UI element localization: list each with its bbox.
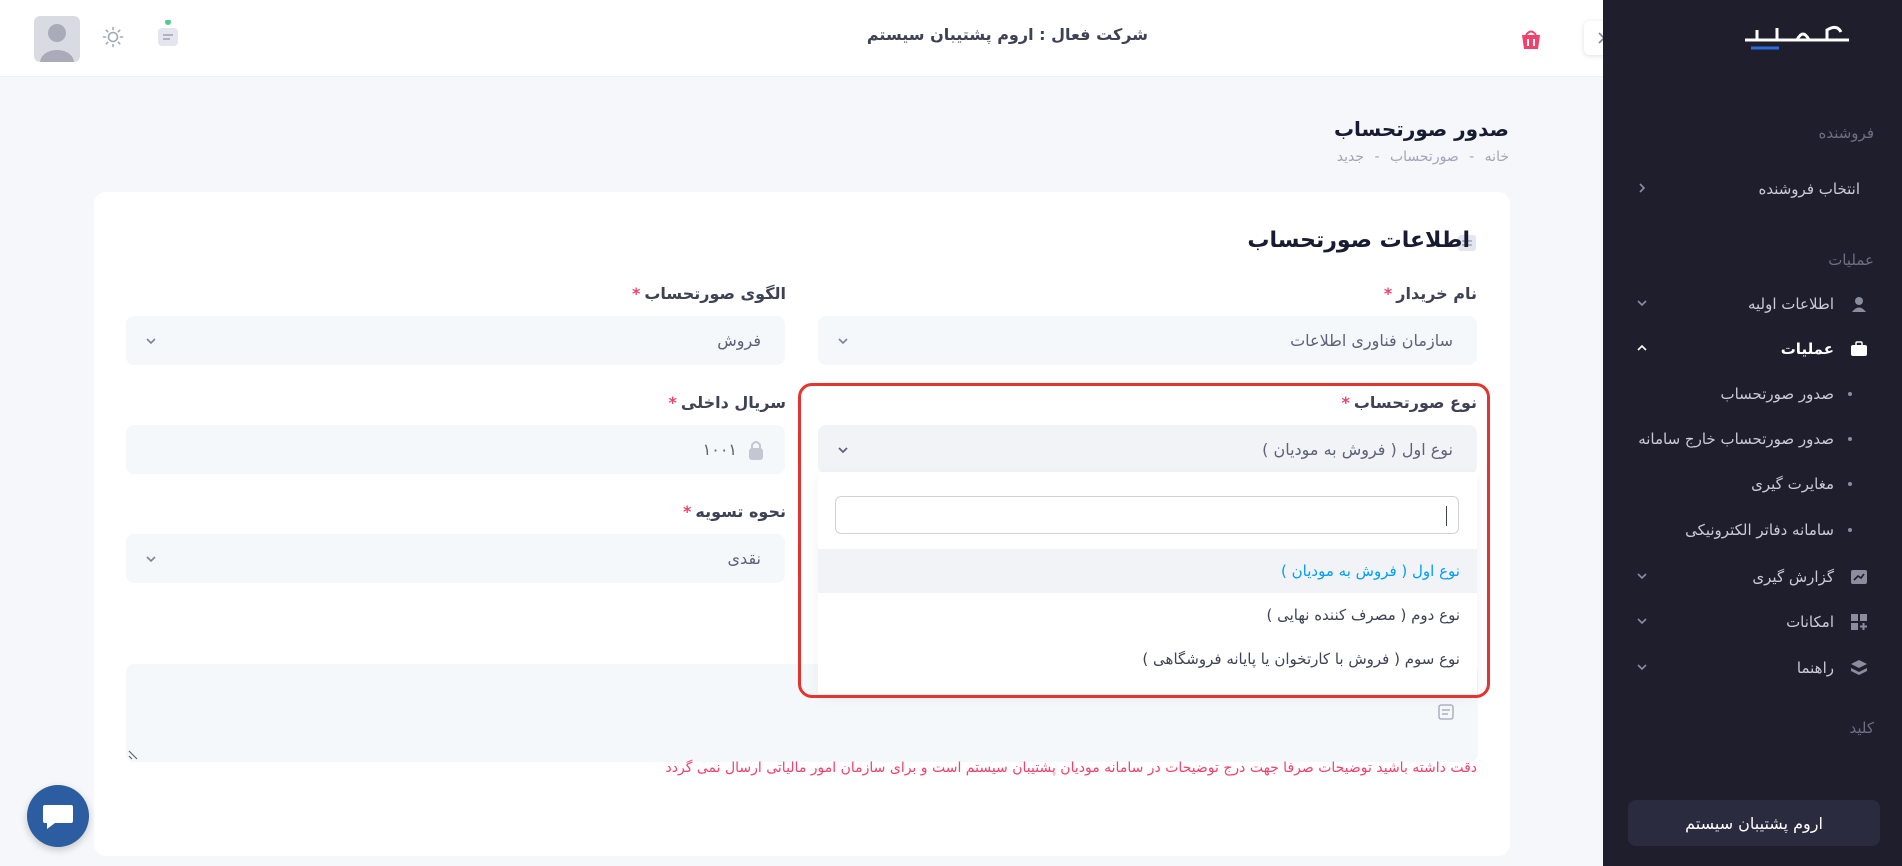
user-icon	[1848, 293, 1870, 315]
settlement-select[interactable]: نقدی	[126, 534, 785, 583]
chevron-up-icon	[1637, 344, 1647, 351]
breadcrumb: خانه - صورتحساب - جدید	[1331, 149, 1509, 165]
sidebar-item-operations[interactable]: عملیات	[1603, 329, 1902, 369]
select-seller[interactable]: انتخاب فروشنده	[1603, 169, 1902, 209]
serial-field[interactable]: ۱۰۰۱	[126, 425, 785, 474]
chat-button[interactable]	[27, 785, 89, 847]
sidebar-item-reports[interactable]: گزارش گیری	[1603, 557, 1902, 597]
sidebar-item-label: گزارش گیری	[1752, 568, 1834, 586]
serial-value: ۱۰۰۱	[702, 440, 737, 459]
notification-icon[interactable]	[155, 19, 181, 50]
buyer-value: سازمان فناوری اطلاعات	[1290, 331, 1453, 350]
buyer-label: نام خریدار*	[1384, 284, 1477, 303]
settlement-value: نقدی	[727, 549, 761, 568]
sidebar-subitem-reconciliation[interactable]: مغایرت گیری	[1603, 466, 1902, 502]
chevron-down-icon	[146, 338, 156, 345]
sidebar: فروشنده انتخاب فروشنده عملیات اطلاعات او…	[1603, 0, 1902, 866]
theme-toggle-icon[interactable]	[100, 24, 126, 50]
bullet	[1848, 482, 1852, 486]
briefcase-icon	[1848, 338, 1870, 360]
chevron-down-icon	[146, 556, 156, 563]
sidebar-item-label: اطلاعات اولیه	[1747, 295, 1834, 313]
required-mark: *	[1383, 284, 1393, 303]
section-operations: عملیات	[1828, 251, 1874, 269]
breadcrumb-new: جدید	[1336, 149, 1364, 165]
required-mark: *	[631, 284, 641, 303]
breadcrumb-home[interactable]: خانه	[1485, 149, 1509, 165]
required-mark: *	[683, 502, 692, 521]
breadcrumb-separator: -	[1469, 149, 1475, 165]
lock-icon	[747, 439, 765, 461]
sidebar-subitem-external-invoice[interactable]: صدور صورتحساب خارج سامانه	[1603, 421, 1902, 457]
sidebar-item-label: عملیات	[1780, 340, 1834, 358]
company-box[interactable]: اروم پشتیبان سیستم	[1628, 800, 1880, 846]
select-seller-label: انتخاب فروشنده	[1758, 180, 1860, 198]
logo	[1737, 18, 1857, 54]
section-key: کلید	[1849, 719, 1874, 737]
chevron-down-icon	[1637, 618, 1647, 625]
chevron-down-icon	[838, 338, 848, 345]
chevron-down-icon	[1637, 573, 1647, 580]
bullet	[1848, 528, 1852, 532]
chevron-down-icon	[1637, 664, 1647, 671]
card-title: اطلاعات صورتحساب	[1247, 228, 1470, 253]
sidebar-item-features[interactable]: امکانات	[1603, 602, 1902, 642]
chart-icon	[1848, 566, 1870, 588]
chevron-down-icon	[1637, 300, 1647, 307]
sidebar-subitem-issue-invoice[interactable]: صدور صورتحساب	[1603, 376, 1902, 412]
buyer-select[interactable]: سازمان فناوری اطلاعات	[818, 316, 1477, 365]
breadcrumb-separator: -	[1374, 149, 1380, 165]
required-mark: *	[668, 393, 677, 412]
pattern-label: الگوی صورتحساب*	[632, 284, 786, 303]
notes-icon	[1438, 704, 1454, 720]
sidebar-subitem-label: مغایرت گیری	[1751, 475, 1834, 493]
sidebar-item-basic-info[interactable]: اطلاعات اولیه	[1603, 284, 1902, 324]
page-title: صدور صورتحساب	[1333, 117, 1509, 141]
resize-handle-icon[interactable]	[128, 750, 138, 760]
pattern-label-text: الگوی صورتحساب	[644, 284, 786, 303]
sidebar-item-guide[interactable]: راهنما	[1603, 648, 1902, 688]
sidebar-subitem-label: صدور صورتحساب خارج سامانه	[1638, 430, 1834, 448]
avatar[interactable]	[34, 16, 80, 62]
highlight-outline	[798, 383, 1490, 698]
sidebar-subitem-label: سامانه دفاتر الکترونیکی	[1685, 521, 1834, 539]
serial-label: سریال داخلی*	[669, 393, 786, 412]
section-seller: فروشنده	[1818, 124, 1874, 142]
bullet	[1848, 437, 1852, 441]
active-company-label: شرکت فعال : اروم پشتیبان سیستم	[866, 25, 1148, 44]
chevron-right-icon	[1639, 183, 1646, 193]
serial-label-text: سریال داخلی	[680, 393, 786, 412]
top-header: شرکت فعال : اروم پشتیبان سیستم	[0, 0, 1603, 77]
apps-icon	[1848, 611, 1870, 633]
layers-icon	[1848, 657, 1870, 679]
settlement-label: نحوه تسویه*	[683, 502, 786, 521]
chat-icon	[43, 805, 73, 829]
sidebar-subitem-label: صدور صورتحساب	[1720, 385, 1834, 403]
breadcrumb-invoice[interactable]: صورتحساب	[1390, 149, 1459, 165]
pattern-select[interactable]: فروش	[126, 316, 785, 365]
sidebar-subitem-e-books[interactable]: سامانه دفاتر الکترونیکی	[1603, 512, 1902, 548]
sidebar-item-label: راهنما	[1796, 659, 1834, 677]
bullet	[1848, 392, 1852, 396]
pattern-value: فروش	[717, 331, 761, 350]
sidebar-item-label: امکانات	[1786, 613, 1834, 631]
settlement-label-text: نحوه تسویه	[695, 502, 786, 521]
description-warning: دقت داشته باشید توضیحات صرفا جهت درج توض…	[665, 760, 1477, 776]
buyer-label-text: نام خریدار	[1396, 284, 1477, 303]
basket-icon	[1518, 26, 1544, 52]
